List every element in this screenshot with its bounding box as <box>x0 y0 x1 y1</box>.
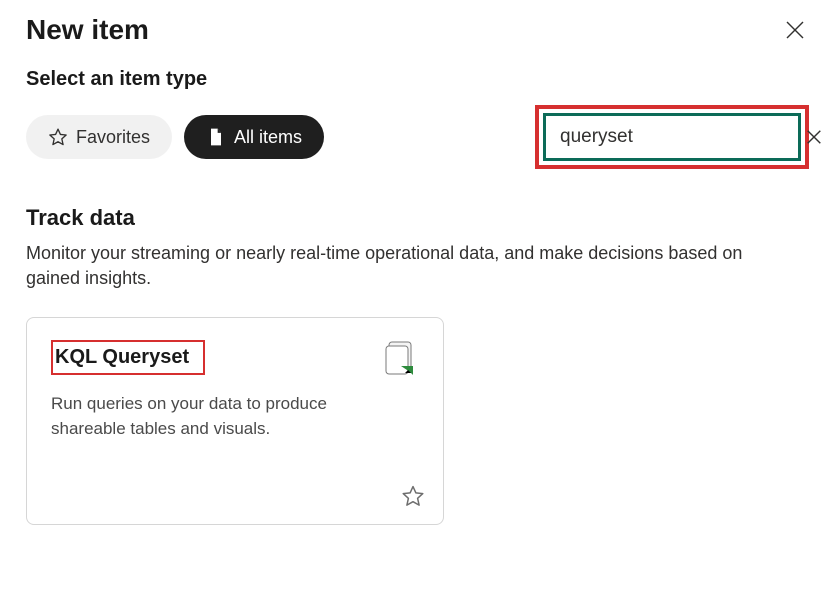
all-items-filter-button[interactable]: All items <box>184 115 324 159</box>
favorite-toggle-button[interactable] <box>401 484 425 508</box>
favorites-filter-button[interactable]: Favorites <box>26 115 172 159</box>
clear-search-button[interactable] <box>805 126 823 148</box>
search-input[interactable] <box>560 126 805 148</box>
item-card-kql-queryset[interactable]: KQL Queryset Run queries on your data to… <box>26 317 444 525</box>
card-title-highlight: KQL Queryset <box>51 340 205 375</box>
card-description: Run queries on your data to produce shar… <box>51 392 351 441</box>
file-icon <box>206 127 226 147</box>
close-button[interactable] <box>781 16 809 44</box>
star-icon <box>48 127 68 147</box>
category-title: Track data <box>26 205 809 231</box>
queryset-icon <box>383 340 419 376</box>
section-subtitle: Select an item type <box>26 68 809 91</box>
star-icon <box>401 484 425 508</box>
close-icon <box>805 128 823 146</box>
favorites-filter-label: Favorites <box>76 127 150 148</box>
all-items-filter-label: All items <box>234 127 302 148</box>
close-icon <box>785 20 805 40</box>
search-input-highlight <box>535 105 809 169</box>
card-title: KQL Queryset <box>55 346 189 369</box>
category-description: Monitor your streaming or nearly real-ti… <box>26 241 766 291</box>
dialog-title: New item <box>26 14 149 46</box>
